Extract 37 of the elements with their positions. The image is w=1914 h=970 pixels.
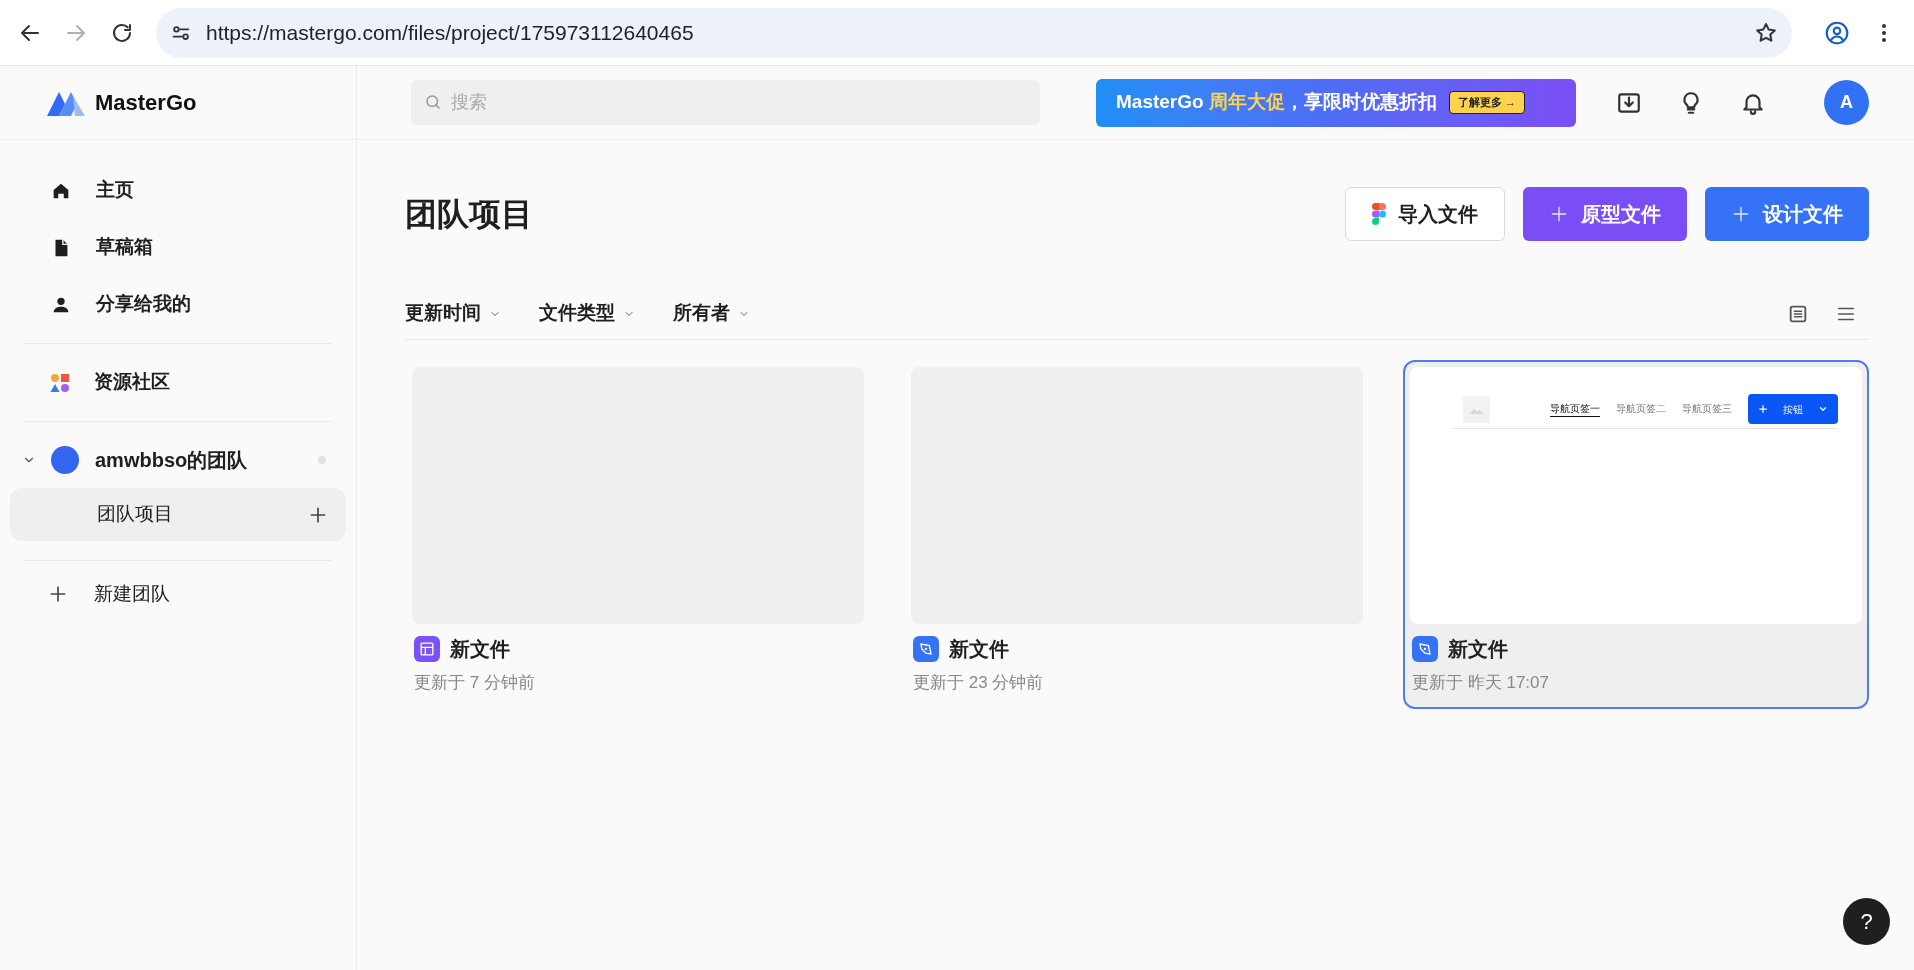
sidebar-item[interactable]: 分享给我的 [10, 276, 346, 333]
file-updated-time: 更新于 昨天 17:07 [1411, 672, 1550, 694]
file-title: 新文件 [949, 637, 1009, 662]
logo-text: MasterGo [95, 89, 197, 117]
tab-label: 导航页签二 [1616, 402, 1666, 416]
file-card[interactable]: 新文件 更新于 7 分钟前 [405, 360, 871, 709]
file-title: 新文件 [450, 637, 510, 662]
tab-label: 导航页签三 [1682, 402, 1732, 416]
file-updated-time: 更新于 23 分钟前 [912, 672, 1045, 694]
team-name[interactable]: amwbbso的团队 [95, 445, 248, 475]
page-title: 团队项目 [405, 195, 533, 234]
design-file-button[interactable]: 设计文件 [1705, 187, 1869, 241]
file-title: 新文件 [1448, 637, 1508, 662]
promo-banner[interactable]: MasterGo 周年大促，享限时优惠折扣 了解更多 → [1096, 78, 1576, 127]
sidebar-item[interactable]: 草稿箱 [10, 219, 346, 276]
filter-dropdown[interactable]: 文件类型 [539, 299, 635, 328]
item-label: 团队项目 [97, 502, 173, 527]
file-updated-time: 更新于 7 分钟前 [413, 672, 536, 694]
address-bar[interactable]: https://mastergo.com/files/project/175973112640465 [156, 7, 1792, 58]
file-card[interactable]: 导航页签一 导航页签二 导航页签三 按钮 新文件 更新于 昨天 17:07 [1403, 360, 1869, 709]
button-label: 按钮 [1783, 402, 1803, 417]
learn-more-badge[interactable]: 了解更多 → [1448, 91, 1525, 114]
avatar[interactable]: A [1824, 80, 1869, 125]
promo-text: MasterGo 周年大促，享限时优惠折扣 [1116, 90, 1437, 115]
url-text: https://mastergo.com/files/project/175973112640465 [206, 19, 695, 46]
sidebar-item[interactable]: 团队项目 [10, 488, 346, 541]
help-button[interactable]: ? [1843, 898, 1890, 945]
prototype-file-button[interactable]: 原型文件 [1523, 187, 1687, 241]
sidebar-item[interactable]: 资源社区 [10, 354, 346, 411]
new-team-button[interactable]: 新建团队 [10, 569, 346, 619]
sidebar-item[interactable]: 主页 [10, 162, 346, 219]
filter-dropdown[interactable]: 更新时间 [405, 299, 501, 328]
tab-label: 导航页签一 [1550, 401, 1600, 417]
import-file-button[interactable]: 导入文件 [1345, 187, 1505, 241]
file-card[interactable]: 新文件 更新于 23 分钟前 [904, 360, 1370, 709]
search-field[interactable]: 搜索 [411, 80, 1040, 125]
filter-dropdown[interactable]: 所有者 [673, 299, 750, 328]
